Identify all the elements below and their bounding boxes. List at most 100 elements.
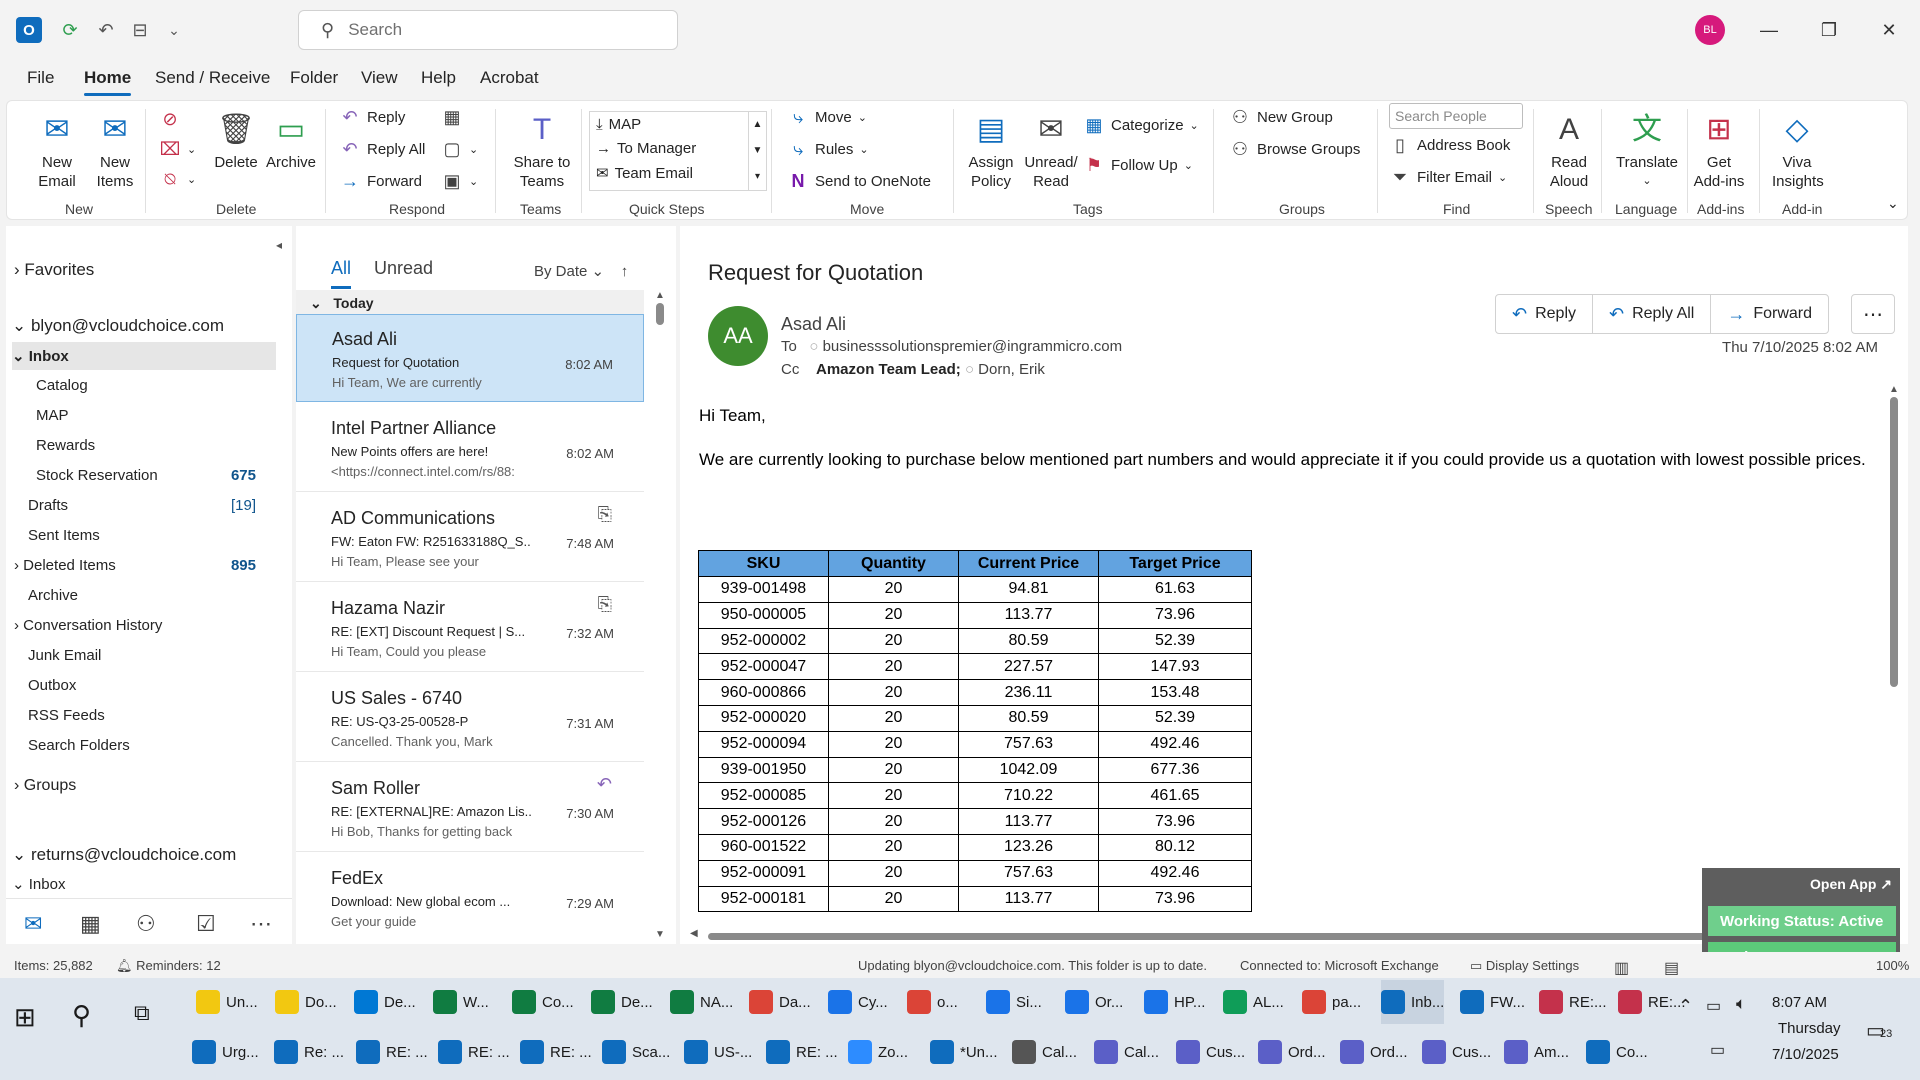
taskbar-app[interactable]: Am...	[1504, 1030, 1569, 1074]
address-book-button[interactable]: ▯ Address Book	[1389, 135, 1510, 156]
scrollbar[interactable]: ▲	[1886, 384, 1902, 924]
taskbar-app[interactable]: AL...	[1223, 980, 1284, 1024]
taskbar-app[interactable]: *Un...	[930, 1030, 998, 1074]
taskbar-app[interactable]: RE:...	[1618, 980, 1686, 1024]
open-app-link[interactable]: Open App ↗	[1810, 876, 1892, 893]
list-item[interactable]: Asad Ali Request for Quotation Hi Team, …	[296, 314, 644, 402]
tab-view[interactable]: View	[361, 68, 398, 88]
taskbar-app[interactable]: De...	[591, 980, 653, 1024]
normal-view-icon[interactable]: ▥	[1614, 958, 1629, 978]
taskbar-app[interactable]: Ord...	[1258, 1030, 1326, 1074]
taskbar-app[interactable]: Ord...	[1340, 1030, 1408, 1074]
new-group-button[interactable]: ⚇ New Group	[1229, 107, 1333, 128]
scrollbar[interactable]: ▲ ▼	[654, 290, 666, 940]
reminders[interactable]: 🔔︎ Reminders: 12	[116, 958, 221, 974]
taskbar-app[interactable]: NA...	[670, 980, 733, 1024]
more-respond-button[interactable]: ▣ ⌄	[441, 171, 478, 192]
move-button[interactable]: ⤷ Move ⌄	[787, 107, 867, 128]
tab-home[interactable]: Home	[84, 68, 132, 96]
window-icon[interactable]: ⊟	[126, 16, 154, 44]
taskbar-app[interactable]: RE: ...	[356, 1030, 428, 1074]
list-item[interactable]: Intel Partner Alliance New Points offers…	[296, 404, 644, 492]
list-item[interactable]: AD Communications ⎘ FW: Eaton FW: R25163…	[296, 494, 644, 582]
sort-dropdown[interactable]: By Date ⌄ ↑	[534, 262, 628, 280]
close-button[interactable]: ✕	[1866, 14, 1912, 46]
folder-rss-feeds[interactable]: RSS Feeds	[28, 707, 105, 724]
list-item[interactable]: Sam Roller ↶ RE: [EXTERNAL]RE: Amazon Li…	[296, 764, 644, 852]
new-email-button[interactable]: ✉ New Email	[31, 109, 83, 191]
taskbar-app[interactable]: Cal...	[1094, 1030, 1159, 1074]
follow-up-button[interactable]: ⚑ Follow Up ⌄	[1083, 155, 1193, 176]
clock-date[interactable]: 7/10/2025	[1772, 1046, 1839, 1063]
taskbar-app[interactable]: HP...	[1144, 980, 1205, 1024]
folder-inbox[interactable]: ⌄ Inbox	[12, 347, 69, 365]
taskbar-app[interactable]: pa...	[1302, 980, 1361, 1024]
im-button[interactable]: ▢ ⌄	[441, 139, 478, 160]
favorites-header[interactable]: › Favorites	[14, 260, 94, 280]
reading-view-icon[interactable]: ▤	[1664, 958, 1679, 978]
tab-folder[interactable]: Folder	[290, 68, 338, 88]
search-input[interactable]: ⚲ Search	[298, 10, 678, 50]
ignore-button[interactable]: ⊘	[159, 109, 181, 130]
display-settings-button[interactable]: ▭ Display Settings	[1470, 958, 1579, 974]
tab-help[interactable]: Help	[421, 68, 456, 88]
sender-name[interactable]: Asad Ali	[781, 314, 846, 335]
search-people-input[interactable]: Search People	[1389, 103, 1523, 129]
list-item[interactable]: Hazama Nazir ⎘ RE: [EXT] Discount Reques…	[296, 584, 644, 672]
scroll-thumb[interactable]	[656, 303, 664, 325]
taskbar-app[interactable]: o...	[907, 980, 958, 1024]
ribbon-reply-button[interactable]: ↶ Reply	[339, 107, 405, 128]
folder-map[interactable]: MAP	[36, 407, 69, 424]
folder-drafts[interactable]: Drafts	[28, 497, 68, 514]
horizontal-scrollbar[interactable]: ◀	[690, 928, 1870, 942]
folder-junk-email[interactable]: Junk Email	[28, 647, 101, 664]
windows-start-icon[interactable]: ⊞	[14, 1002, 36, 1033]
cc-recipient[interactable]: Amazon Team Lead;	[816, 361, 961, 378]
quick-step-map[interactable]: ⤓ MAP	[596, 116, 641, 133]
tab-send-receive[interactable]: Send / Receive	[155, 68, 270, 88]
viva-insights-button[interactable]: ◇ Viva Insights	[1767, 109, 1827, 191]
taskbar-app[interactable]: RE: ...	[438, 1030, 510, 1074]
scroll-up-icon[interactable]: ▲	[654, 290, 666, 301]
account2-header[interactable]: ⌄ returns@vcloudchoice.com	[12, 845, 236, 865]
taskbar-app[interactable]: Co...	[1586, 1030, 1648, 1074]
folder-sent-items[interactable]: Sent Items	[28, 527, 100, 544]
restore-button[interactable]: ❐	[1806, 14, 1852, 46]
scroll-up-icon[interactable]: ▲	[1886, 384, 1902, 395]
taskbar-app[interactable]: Cy...	[828, 980, 888, 1024]
taskbar-app[interactable]: RE: ...	[520, 1030, 592, 1074]
share-to-teams-button[interactable]: T Share to Teams	[507, 109, 577, 191]
categorize-button[interactable]: ▦ Categorize ⌄	[1083, 115, 1198, 136]
taskbar-app[interactable]: FW...	[1460, 980, 1525, 1024]
delete-button[interactable]: 🗑 Delete	[211, 109, 261, 172]
folder-inbox-2[interactable]: ⌄ Inbox	[12, 875, 65, 893]
scroll-left-icon[interactable]: ◀	[690, 928, 698, 939]
undo-icon[interactable]: ↶	[92, 16, 120, 44]
task-view-icon[interactable]: ⧉	[134, 1000, 150, 1026]
cc-recipient[interactable]: Dorn, Erik	[978, 361, 1045, 378]
quick-step-to-manager[interactable]: → To Manager	[596, 140, 696, 157]
minimize-button[interactable]: —	[1746, 14, 1792, 46]
folder-stock-reservation[interactable]: Stock Reservation	[36, 467, 158, 484]
customize-toolbar-icon[interactable]: ⌄	[160, 16, 188, 44]
read-aloud-button[interactable]: A Read Aloud	[1541, 109, 1597, 191]
taskbar-app[interactable]: Urg...	[192, 1030, 259, 1074]
scroll-thumb[interactable]	[1890, 397, 1898, 687]
collapse-pane-icon[interactable]: ◂	[276, 238, 282, 252]
ribbon-forward-button[interactable]: → Forward	[339, 171, 422, 192]
network-icon[interactable]: ▭	[1710, 1040, 1725, 1060]
folder-outbox[interactable]: Outbox	[28, 677, 76, 694]
clock-time[interactable]: 8:07 AM	[1772, 994, 1827, 1011]
tab-unread[interactable]: Unread	[374, 258, 433, 279]
translate-button[interactable]: 文 Translate ⌄	[1607, 109, 1687, 191]
filter-email-button[interactable]: ⏷ Filter Email ⌄	[1389, 167, 1507, 188]
recipient[interactable]: businesssolutionspremier@ingrammicro.com	[823, 338, 1123, 355]
unread-read-button[interactable]: ✉ Unread/ Read	[1023, 109, 1079, 191]
folder-archive[interactable]: Archive	[28, 587, 78, 604]
meeting-button[interactable]: ▦	[441, 107, 463, 128]
taskbar-app[interactable]: RE:...	[1539, 980, 1607, 1024]
reply-button[interactable]: ↶ Reply	[1496, 295, 1593, 333]
more-actions-button[interactable]: ⋯	[1851, 294, 1895, 334]
people-icon[interactable]: ⚇	[136, 911, 156, 937]
tab-file[interactable]: File	[27, 68, 54, 88]
